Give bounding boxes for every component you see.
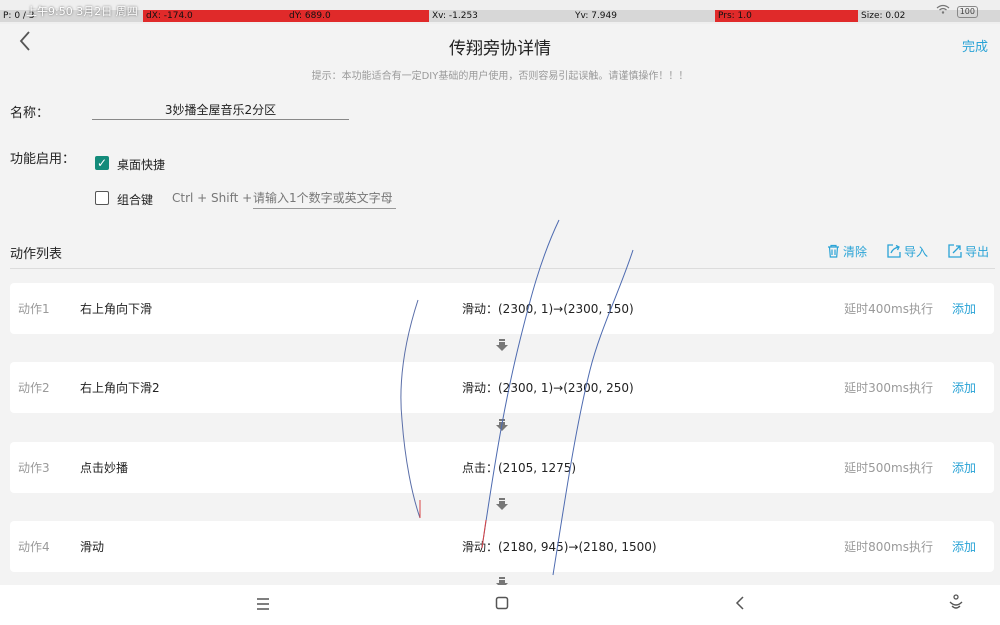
name-input[interactable]: 3妙播全屋音乐2分区 [92,101,349,120]
add-button[interactable]: 添加 [952,300,976,317]
home-icon[interactable] [490,593,514,617]
debug-yv: Yv: 7.949 [575,11,617,21]
status-time: 上午9:50 3月2日 周四 [26,5,138,18]
combo-key-label: 组合键 [117,193,154,207]
action-description: 滑动：(2300, 1)→(2300, 250) [462,381,634,395]
action-card[interactable]: 动作4 滑动 滑动：(2180, 945)→(2180, 1500) 延时800… [10,521,994,572]
trash-icon [827,244,843,259]
debug-xv: Xv: -1.253 [432,11,478,21]
action-description: 点击：(2105, 1275) [462,461,577,475]
warning-hint: 提示：本功能适合有一定DIY基础的用户使用，否则容易引起误触。请谨慎操作！！！ [311,71,689,82]
desktop-shortcut-checkbox[interactable]: ✓ [95,156,109,170]
clear-button[interactable]: 清除 [827,243,867,260]
name-label: 名称： [10,106,50,121]
action-description: 滑动：(2300, 1)→(2300, 150) [462,302,634,316]
down-arrow-icon [495,417,509,431]
debug-dx: dX: -174.0 [143,10,286,22]
export-label: 导出 [965,245,990,259]
action-index: 动作2 [18,381,50,395]
action-delay: 延时500ms执行 [844,461,933,475]
action-name: 右上角向下滑 [80,302,153,316]
pointer-location-overlay: P: 0 / 3 dX: -174.0 dY: 689.0 Xv: -1.253… [0,10,1000,22]
action-card[interactable]: 动作3 点击妙播 点击：(2105, 1275) 延时500ms执行 添加 [10,442,994,493]
action-name: 滑动 [80,540,105,554]
debug-size: Size: 0.02 [861,11,906,21]
back-icon[interactable] [728,593,752,617]
action-index: 动作4 [18,540,50,554]
header: 传翔旁协详情 完成 [0,24,1000,64]
action-delay: 延时400ms执行 [844,302,933,316]
debug-dy: dY: 689.0 [286,10,429,22]
action-description: 滑动：(2180, 945)→(2180, 1500) [462,540,657,554]
import-button[interactable]: 导入 [887,243,928,260]
down-arrow-icon [495,496,509,510]
shortcut-prefix: Ctrl + Shift + [172,191,253,205]
action-delay: 延时300ms执行 [844,381,933,395]
wifi-icon [936,4,953,17]
add-button[interactable]: 添加 [952,538,976,555]
battery-icon: 100 [956,6,978,18]
action-name: 右上角向下滑2 [80,381,160,395]
divider [10,268,995,269]
combo-key-checkbox[interactable] [95,191,109,205]
status-icons: 100 [936,4,978,18]
navigation-bar [0,585,1000,625]
add-button[interactable]: 添加 [952,459,976,476]
status-bar: P: 0 / 3 dX: -174.0 dY: 689.0 Xv: -1.253… [0,0,1000,24]
desktop-shortcut-label: 桌面快捷 [117,158,166,172]
action-name: 点击妙播 [80,461,129,475]
combo-key-input[interactable]: 请输入1个数字或英文字母 [253,189,396,209]
action-index: 动作1 [18,302,50,316]
clear-label: 清除 [843,245,868,259]
action-list-title: 动作列表 [10,247,63,262]
import-label: 导入 [904,245,929,259]
menu-icon[interactable] [251,593,275,617]
import-icon [887,244,904,259]
down-arrow-icon [495,337,509,351]
action-index: 动作3 [18,461,50,475]
add-button[interactable]: 添加 [952,379,976,396]
export-button[interactable]: 导出 [948,243,989,260]
done-button[interactable]: 完成 [962,36,988,55]
page-title: 传翔旁协详情 [449,39,551,59]
export-icon [948,244,965,259]
action-delay: 延时800ms执行 [844,540,933,554]
action-card[interactable]: 动作1 右上角向下滑 滑动：(2300, 1)→(2300, 150) 延时40… [10,283,994,334]
accessibility-icon[interactable] [944,593,968,617]
action-card[interactable]: 动作2 右上角向下滑2 滑动：(2300, 1)→(2300, 250) 延时3… [10,362,994,413]
features-label: 功能启用： [10,152,76,167]
debug-prs: Prs: 1.0 [715,10,858,22]
